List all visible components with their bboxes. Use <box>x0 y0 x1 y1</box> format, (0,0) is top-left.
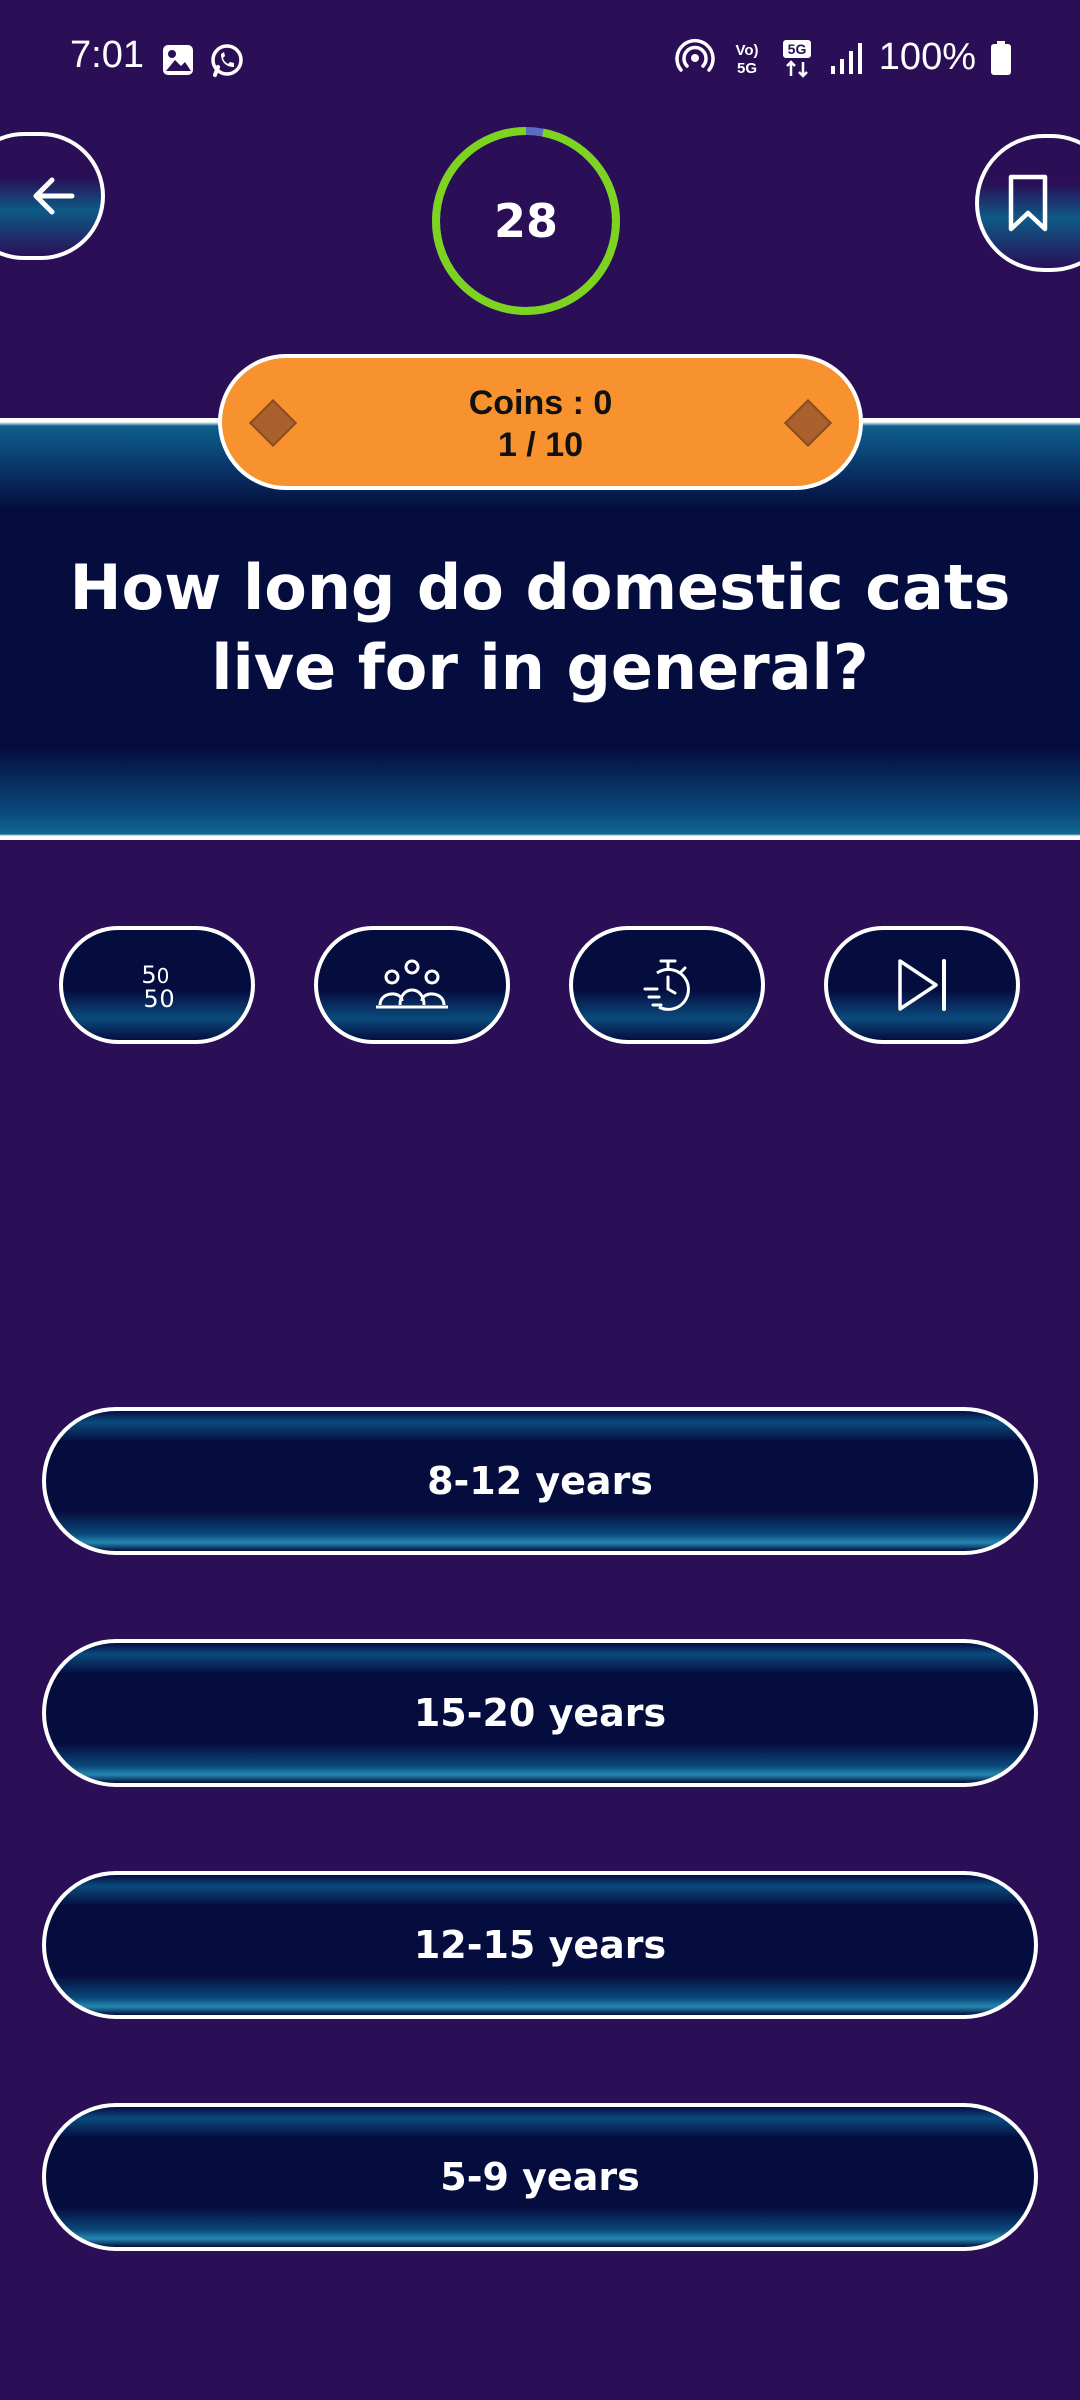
whatsapp-icon <box>211 44 243 77</box>
audience-poll-button[interactable] <box>314 926 510 1044</box>
arrow-left-icon <box>33 177 74 215</box>
battery-icon <box>991 40 1011 75</box>
svg-text:Vo): Vo) <box>735 42 758 59</box>
skip-button[interactable] <box>824 926 1020 1044</box>
bookmark-icon <box>1008 174 1047 232</box>
back-button[interactable] <box>0 132 105 260</box>
answer-option[interactable]: 5-9 years <box>42 2103 1038 2251</box>
question-progress: 1 / 10 <box>497 426 584 464</box>
fifty-fifty-button[interactable]: 5 0 5 0 <box>59 926 255 1044</box>
svg-text:5: 5 <box>143 985 158 1013</box>
answer-option[interactable]: 12-15 years <box>42 1871 1038 2019</box>
gallery-icon <box>163 45 193 75</box>
bookmark-button[interactable] <box>975 134 1080 272</box>
answer-label: 15-20 years <box>413 1691 667 1735</box>
timer-lifeline-button[interactable] <box>569 926 765 1044</box>
volte-icon: Vo) 5G <box>735 42 758 77</box>
answer-label: 8-12 years <box>427 1459 653 1503</box>
skip-icon <box>898 959 946 1011</box>
coins-label: Coins : 0 <box>468 384 613 422</box>
countdown-timer: 28 <box>430 125 622 317</box>
fifty-fifty-icon: 5 0 5 0 <box>141 961 174 1013</box>
answer-label: 5-9 years <box>440 2155 640 2199</box>
battery-percentage: 100% <box>878 36 976 78</box>
stopwatch-icon <box>643 959 690 1011</box>
answer-option[interactable]: 15-20 years <box>42 1639 1038 1787</box>
status-system-icons: Vo) 5G 5G 100% <box>675 36 1012 79</box>
answer-option[interactable]: 8-12 years <box>42 1407 1038 1555</box>
question-text: How long do domestic cats live for in ge… <box>69 551 1011 704</box>
coins-progress-pill: Coins : 0 1 / 10 <box>218 354 863 490</box>
status-notification-icons <box>160 42 246 80</box>
status-time: 7:01 <box>70 34 144 76</box>
audience-icon <box>376 959 448 1009</box>
hotspot-icon <box>675 38 715 72</box>
svg-text:0: 0 <box>159 985 174 1013</box>
timer-seconds: 28 <box>493 194 558 248</box>
svg-text:5G: 5G <box>787 41 806 57</box>
status-bar: 7:01 Vo) 5G 5G 100% <box>0 0 1080 120</box>
5g-icon: 5G <box>782 39 811 78</box>
svg-text:5G: 5G <box>737 60 757 77</box>
answer-label: 12-15 years <box>413 1923 667 1967</box>
signal-icon <box>830 42 862 74</box>
